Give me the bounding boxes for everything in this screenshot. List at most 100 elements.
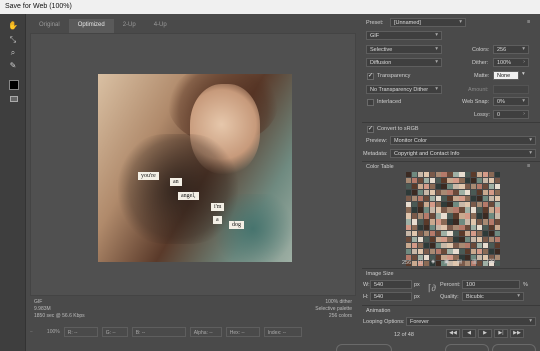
zoom-icon[interactable]: ⌕ xyxy=(7,47,19,58)
interlaced-checkbox[interactable] xyxy=(367,99,374,106)
color-swatch[interactable] xyxy=(476,201,483,207)
color-swatch[interactable] xyxy=(435,213,441,219)
color-swatch[interactable] xyxy=(406,213,412,219)
color-swatch[interactable] xyxy=(423,248,430,255)
chevron-down-icon[interactable]: ▾ xyxy=(522,71,525,77)
color-swatch[interactable] xyxy=(482,201,489,207)
color-swatch[interactable] xyxy=(453,242,459,249)
color-swatch[interactable] xyxy=(447,172,453,178)
color-swatch[interactable] xyxy=(447,248,453,255)
color-swatch[interactable] xyxy=(429,189,435,196)
color-swatch[interactable] xyxy=(417,248,424,255)
metadata-dropdown[interactable]: Copyright and Contact Info ▾ xyxy=(390,149,536,158)
matte-dropdown[interactable]: None xyxy=(493,71,519,80)
color-swatch[interactable] xyxy=(411,254,418,261)
color-swatch[interactable] xyxy=(494,195,500,201)
color-swatch[interactable] xyxy=(488,236,495,243)
color-swatch[interactable] xyxy=(435,236,441,243)
color-swatch[interactable] xyxy=(406,195,412,201)
color-swatch[interactable] xyxy=(417,219,424,225)
color-swatch[interactable] xyxy=(482,183,489,190)
color-swatch[interactable] xyxy=(476,207,483,213)
color-swatch[interactable] xyxy=(423,213,430,219)
color-swatch[interactable] xyxy=(441,242,447,249)
color-swatch[interactable] xyxy=(411,248,418,255)
tab-optimized[interactable]: Optimized xyxy=(68,19,114,33)
color-swatch[interactable] xyxy=(494,219,500,225)
color-swatch[interactable] xyxy=(435,183,441,190)
color-swatch[interactable] xyxy=(494,236,500,243)
color-swatch[interactable] xyxy=(488,201,495,207)
color-swatch[interactable] xyxy=(482,172,489,178)
color-swatch[interactable] xyxy=(476,231,483,237)
color-swatch[interactable] xyxy=(441,225,447,231)
color-swatch[interactable] xyxy=(411,213,418,219)
color-swatch[interactable] xyxy=(406,231,412,237)
color-swatch[interactable] xyxy=(411,195,418,201)
first-frame-button[interactable]: ◀◀ xyxy=(446,329,460,338)
color-swatch[interactable] xyxy=(423,201,430,207)
color-swatch[interactable] xyxy=(447,195,453,201)
color-swatch[interactable] xyxy=(411,207,418,213)
percent-field[interactable]: 100 xyxy=(462,280,520,289)
color-swatch[interactable] xyxy=(459,242,465,249)
color-swatch[interactable] xyxy=(494,172,500,178)
color-swatch[interactable] xyxy=(465,183,471,190)
color-swatch[interactable] xyxy=(447,201,453,207)
color-swatch[interactable] xyxy=(465,195,471,201)
trash-icon[interactable]: ⌫ xyxy=(487,259,495,265)
color-swatch[interactable] xyxy=(423,219,430,225)
color-swatch[interactable] xyxy=(471,177,477,184)
color-swatch[interactable] xyxy=(406,242,412,249)
hand-icon[interactable]: ✋ xyxy=(7,20,19,31)
color-swatch[interactable] xyxy=(441,177,447,184)
color-swatch[interactable] xyxy=(482,236,489,243)
color-swatch[interactable] xyxy=(417,183,424,190)
convert-srgb-checkbox[interactable]: ✓ xyxy=(367,126,374,133)
color-swatch[interactable] xyxy=(435,242,441,249)
lossy-field[interactable]: 0 › xyxy=(493,110,529,119)
color-swatch[interactable] xyxy=(447,219,453,225)
transparency-dither-dropdown[interactable]: No Transparency Dither ▾ xyxy=(366,85,442,94)
color-swatch[interactable] xyxy=(435,231,441,237)
color-swatch[interactable] xyxy=(476,219,483,225)
color-swatch[interactable] xyxy=(471,207,477,213)
color-swatch[interactable] xyxy=(441,201,447,207)
color-swatch[interactable] xyxy=(441,248,447,255)
color-swatch[interactable] xyxy=(453,183,459,190)
color-swatch[interactable] xyxy=(429,183,435,190)
color-swatch[interactable] xyxy=(417,242,424,249)
color-swatch[interactable] xyxy=(482,207,489,213)
color-swatch[interactable] xyxy=(423,254,430,261)
color-swatch[interactable] xyxy=(435,225,441,231)
color-swatch[interactable] xyxy=(423,207,430,213)
color-swatch[interactable] xyxy=(429,225,435,231)
color-swatch[interactable] xyxy=(435,189,441,196)
color-swatch[interactable] xyxy=(459,219,465,225)
color-swatch[interactable] xyxy=(417,231,424,237)
color-swatch[interactable] xyxy=(435,177,441,184)
color-swatch[interactable] xyxy=(429,236,435,243)
quality-dropdown[interactable]: Bicubic ▾ xyxy=(462,292,524,301)
color-swatch[interactable] xyxy=(482,219,489,225)
color-swatch[interactable] xyxy=(465,219,471,225)
color-swatch[interactable] xyxy=(488,231,495,237)
color-swatch[interactable] xyxy=(465,201,471,207)
color-swatch[interactable] xyxy=(465,231,471,237)
color-swatch[interactable] xyxy=(411,225,418,231)
web-shift-icon[interactable]: ◈ xyxy=(431,259,435,265)
format-dropdown[interactable]: GIF ▾ xyxy=(366,31,442,40)
color-swatch[interactable] xyxy=(465,248,471,255)
color-swatch[interactable] xyxy=(429,201,435,207)
color-swatch[interactable] xyxy=(435,207,441,213)
dither-amount-field[interactable]: 100% › xyxy=(493,58,529,67)
color-swatch[interactable] xyxy=(482,248,489,255)
color-swatch[interactable] xyxy=(482,189,489,196)
color-swatch[interactable] xyxy=(459,236,465,243)
color-swatch[interactable] xyxy=(482,225,489,231)
color-swatch[interactable] xyxy=(447,177,453,184)
color-swatch[interactable] xyxy=(411,177,418,184)
color-swatch[interactable] xyxy=(417,213,424,219)
color-swatch[interactable] xyxy=(453,236,459,243)
color-swatch[interactable] xyxy=(476,225,483,231)
